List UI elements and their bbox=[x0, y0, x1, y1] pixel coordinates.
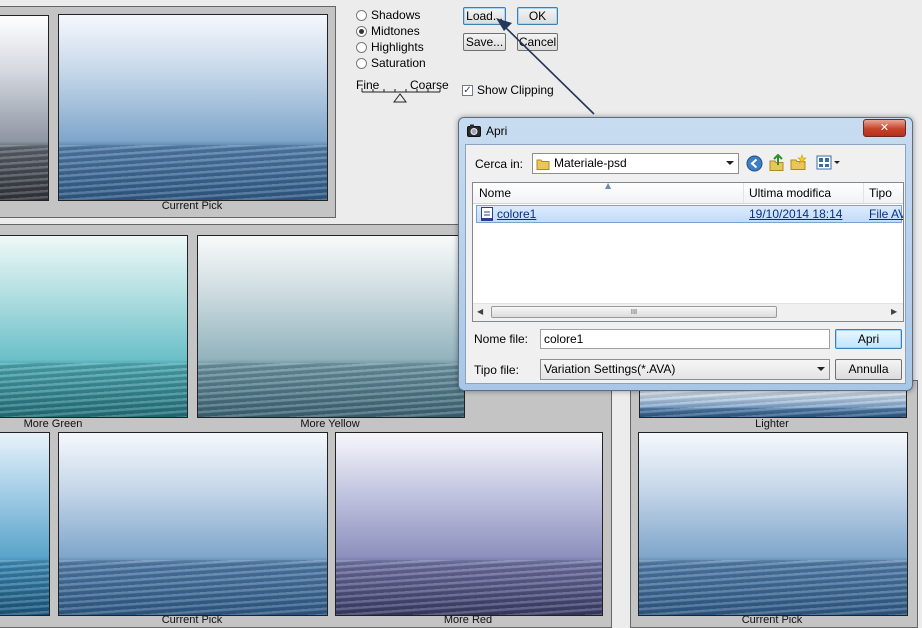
look-in-value: Materiale-psd bbox=[554, 156, 627, 170]
camera-icon bbox=[467, 124, 481, 137]
more-red-caption: More Red bbox=[443, 614, 493, 626]
up-folder-icon[interactable] bbox=[768, 154, 785, 172]
new-folder-icon[interactable] bbox=[790, 154, 807, 172]
more-yellow-caption: More Yellow bbox=[300, 418, 360, 430]
folder-icon bbox=[536, 159, 550, 170]
file-name: colore1 bbox=[497, 207, 537, 221]
filetype-label: Tipo file: bbox=[474, 363, 519, 377]
radio-saturation[interactable]: Saturation bbox=[356, 56, 426, 70]
file-list[interactable]: Nome ▲ Ultima modifica Tipo colore1 19/1… bbox=[472, 182, 904, 322]
fine-coarse-slider[interactable] bbox=[358, 88, 444, 104]
radio-highlights[interactable]: Highlights bbox=[356, 40, 424, 54]
lighter-caption: Lighter bbox=[755, 418, 789, 430]
radio-shadows-label: Shadows bbox=[371, 8, 421, 22]
radio-midtones-circle[interactable] bbox=[356, 25, 367, 37]
more-cyan-thumbnail[interactable] bbox=[0, 432, 50, 616]
open-file-dialog: Apri ✕ Cerca in: Materiale-psd Nome ▲ Ul… bbox=[458, 117, 913, 391]
dialog-close-button[interactable]: ✕ bbox=[863, 119, 906, 137]
previous-variation-thumbnail[interactable] bbox=[0, 15, 49, 201]
close-icon: ✕ bbox=[879, 121, 890, 134]
current-pick-thumbnail[interactable] bbox=[58, 14, 328, 201]
scroll-left-icon[interactable]: ◀ bbox=[477, 307, 483, 316]
dialog-cancel-button[interactable]: Annulla bbox=[835, 359, 902, 380]
filetype-chevron-down-icon[interactable] bbox=[817, 367, 825, 371]
radio-saturation-circle[interactable] bbox=[356, 57, 367, 69]
radio-highlights-label: Highlights bbox=[371, 40, 424, 54]
horizontal-scrollbar[interactable]: ◀ III ▶ bbox=[473, 303, 903, 321]
more-green-thumbnail[interactable] bbox=[0, 235, 188, 418]
file-modified: 19/10/2014 18:14 bbox=[749, 207, 843, 221]
more-green-caption: More Green bbox=[23, 418, 83, 430]
look-in-dropdown[interactable]: Materiale-psd bbox=[532, 153, 739, 174]
dialog-body: Cerca in: Materiale-psd Nome ▲ Ultima mo… bbox=[465, 144, 906, 384]
scrollbar-thumb[interactable]: III bbox=[491, 306, 777, 318]
column-name-label: Nome bbox=[479, 186, 512, 200]
scroll-right-icon[interactable]: ▶ bbox=[891, 307, 897, 316]
sort-arrow-icon: ▲ bbox=[605, 182, 612, 190]
column-modified-header[interactable]: Ultima modifica bbox=[744, 183, 864, 203]
filetype-value: Variation Settings(*.AVA) bbox=[544, 362, 676, 376]
view-menu-button[interactable] bbox=[816, 154, 842, 171]
file-type: File AV bbox=[869, 207, 904, 221]
right-current-pick-caption: Current Pick bbox=[741, 614, 803, 626]
column-type-header[interactable]: Tipo bbox=[864, 183, 903, 203]
column-modified-label: Ultima modifica bbox=[749, 186, 832, 200]
scrollbar-grip: III bbox=[630, 308, 638, 316]
right-current-pick-thumbnail[interactable] bbox=[638, 432, 908, 616]
show-clipping-checkbox[interactable]: ✓ bbox=[462, 84, 473, 96]
look-in-label: Cerca in: bbox=[475, 157, 524, 171]
more-red-thumbnail[interactable] bbox=[335, 432, 603, 616]
chevron-down-icon[interactable] bbox=[726, 161, 734, 165]
radio-midtones-label: Midtones bbox=[371, 24, 420, 38]
column-type-label: Tipo bbox=[869, 186, 892, 200]
view-grid-icon bbox=[816, 155, 840, 170]
radio-shadows[interactable]: Shadows bbox=[356, 8, 420, 22]
column-name-header[interactable]: Nome ▲ bbox=[473, 183, 744, 203]
slider-thumb bbox=[393, 93, 407, 103]
back-icon[interactable] bbox=[746, 155, 763, 172]
open-button[interactable]: Apri bbox=[835, 329, 902, 349]
annotation-arrow bbox=[496, 18, 595, 115]
bottom-current-pick-thumbnail[interactable] bbox=[58, 432, 328, 616]
file-row[interactable]: colore1 19/10/2014 18:14 File AV bbox=[476, 205, 904, 223]
current-pick-caption: Current Pick bbox=[161, 200, 223, 212]
more-yellow-thumbnail[interactable] bbox=[197, 235, 465, 418]
radio-highlights-circle[interactable] bbox=[356, 41, 367, 53]
filetype-dropdown[interactable]: Variation Settings(*.AVA) bbox=[540, 359, 830, 380]
file-icon bbox=[481, 207, 493, 221]
filename-input[interactable]: colore1 bbox=[540, 329, 830, 349]
radio-midtones[interactable]: Midtones bbox=[356, 24, 420, 38]
dialog-title: Apri bbox=[486, 124, 508, 138]
radio-shadows-circle[interactable] bbox=[356, 9, 367, 21]
bottom-current-pick-caption: Current Pick bbox=[161, 614, 223, 626]
filename-label: Nome file: bbox=[474, 332, 529, 346]
radio-saturation-label: Saturation bbox=[371, 56, 426, 70]
